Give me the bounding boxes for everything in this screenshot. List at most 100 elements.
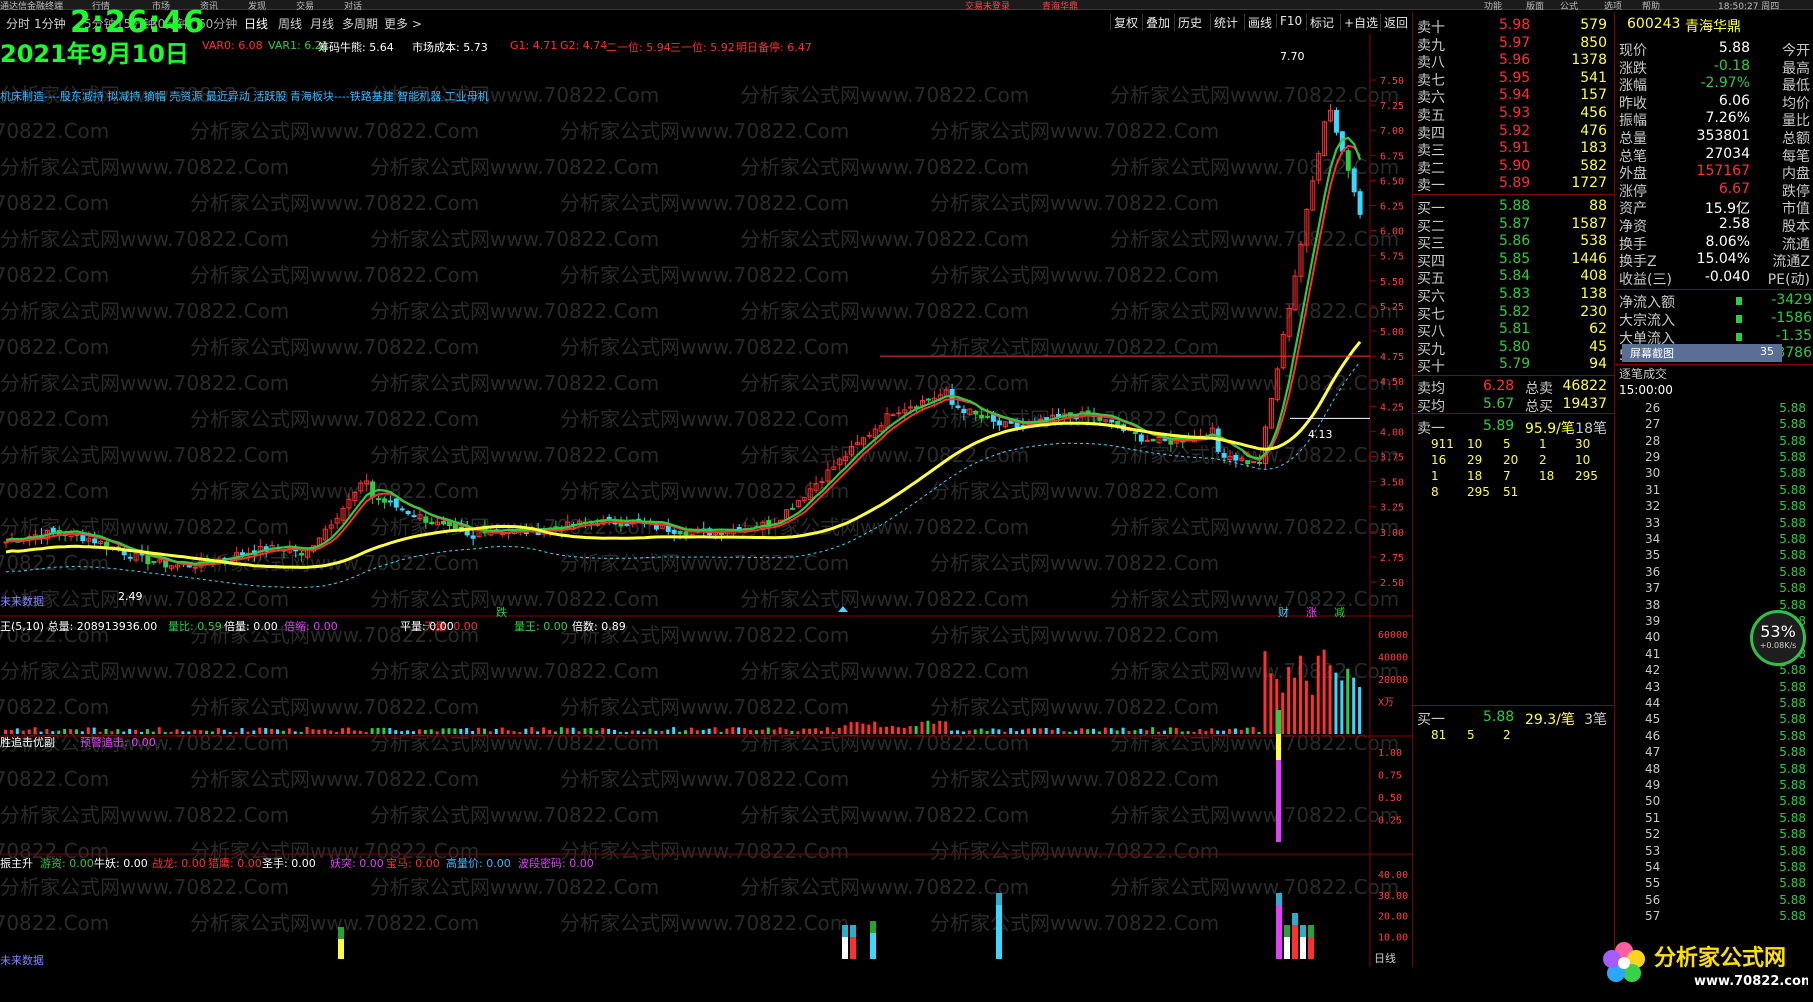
sub1-bar — [1276, 710, 1281, 734]
asks-row-9[interactable]: 卖一 5.89 1727 — [1413, 174, 1615, 194]
bids-row-1[interactable]: 买二 5.87 1587 — [1413, 215, 1615, 235]
menu-right-0[interactable]: 功能 — [1484, 0, 1502, 12]
watermark: 分析家公式网www.70822.Com — [0, 407, 109, 431]
volume-bar — [1346, 668, 1350, 734]
book-price: 5.93 — [1499, 105, 1531, 121]
candle-body — [151, 561, 157, 564]
toolbar-button-8[interactable]: 返回 — [1380, 14, 1408, 31]
asks-row-5[interactable]: 卖五 5.93 456 — [1413, 104, 1615, 124]
bids-row-8[interactable]: 买九 5.80 45 — [1413, 338, 1615, 358]
asks-row-6[interactable]: 卖四 5.92 476 — [1413, 122, 1615, 142]
volume-bar — [63, 728, 67, 734]
period-tab-8[interactable]: 月线 — [310, 15, 334, 32]
menu-right-1[interactable]: 版面 — [1526, 0, 1544, 12]
candle-body — [665, 525, 671, 532]
book-price: 5.98 — [1499, 17, 1531, 33]
period-tab-0[interactable]: 分时 — [6, 15, 30, 32]
toolbar-button-0[interactable]: 复权 — [1110, 14, 1138, 31]
watermark: 分析家公式网www.70822.Com — [930, 839, 1219, 863]
kline-chart[interactable]: 分析家公式网www.70822.Com 分析家公式网www.70822.Com 分析… — [0, 34, 1412, 967]
asks-row-7[interactable]: 卖三 5.91 183 — [1413, 139, 1615, 159]
volume-bar — [1310, 694, 1314, 734]
volume-bar — [648, 728, 652, 734]
book-volume: 45 — [1589, 338, 1607, 355]
volume-bar — [69, 729, 73, 734]
volume-bar — [1003, 731, 1007, 734]
volume-bar — [1293, 677, 1297, 734]
watermark: 分析家公式网www.70822.Com — [190, 479, 479, 503]
price-label: 5.25 — [1380, 302, 1404, 313]
volume-bar — [737, 727, 741, 734]
book-price: 5.84 — [1499, 268, 1531, 285]
volume-bar — [660, 730, 664, 734]
menu-right-2[interactable]: 公式 — [1560, 0, 1578, 12]
toolbar-button-5[interactable]: F10 — [1276, 14, 1302, 28]
info-value: 5.88 — [1718, 40, 1750, 56]
toolbar-button-6[interactable]: 标记 — [1306, 14, 1334, 31]
bids-row-6[interactable]: 买七 5.82 230 — [1413, 303, 1615, 323]
toolbar-button-7[interactable]: +自选 — [1340, 14, 1378, 31]
asks-row-2[interactable]: 卖八 5.96 1378 — [1413, 51, 1615, 71]
sub2-bar-top-8 — [1300, 925, 1306, 937]
bids-row-2[interactable]: 买三 5.86 538 — [1413, 232, 1615, 252]
bids-row-9[interactable]: 买十 5.79 94 — [1413, 355, 1615, 375]
book-price: 5.88 — [1499, 198, 1531, 214]
volume-bar — [630, 730, 634, 734]
volume-indicator-1: 量比: 0.59 — [168, 620, 222, 633]
bids-row-0[interactable]: 买一 5.88 88 — [1413, 197, 1615, 217]
asks-row-3[interactable]: 卖七 5.95 541 — [1413, 69, 1615, 89]
candle-body — [186, 565, 192, 568]
volume-bar — [459, 728, 463, 734]
volume-bar — [317, 729, 321, 734]
toolbar-button-1[interactable]: 叠加 — [1142, 14, 1170, 31]
bids-row-3[interactable]: 买四 5.85 1446 — [1413, 250, 1615, 270]
price-label: 2.50 — [1380, 578, 1404, 589]
toolbar-button-3[interactable]: 统计 — [1210, 14, 1238, 31]
candle-body — [1351, 168, 1357, 193]
asks-row-1[interactable]: 卖九 5.97 850 — [1413, 34, 1615, 54]
screenshot-button[interactable]: 屏幕截图 35 — [1622, 344, 1782, 362]
sub2-bar-top-1 — [842, 925, 848, 937]
bids-row-7[interactable]: 买八 5.81 62 — [1413, 320, 1615, 340]
volume-bar — [861, 723, 865, 734]
candle-body — [192, 566, 198, 569]
volume-bar — [1133, 730, 1137, 734]
menu-item-0[interactable]: 通达信金融终端 — [0, 0, 63, 12]
menu-item-6[interactable]: 对话 — [344, 0, 362, 12]
period-tab-10[interactable]: 更多 > — [384, 15, 422, 32]
top-clock: 18:50:27 周四 — [1718, 2, 1780, 12]
volume-bar — [1322, 649, 1326, 734]
candle-body — [1345, 150, 1351, 171]
bids-row-5[interactable]: 买六 5.83 138 — [1413, 285, 1615, 305]
period-tab-7[interactable]: 周线 — [278, 15, 302, 32]
menu-right-4[interactable]: 帮助 — [1642, 0, 1660, 12]
tick-price: 5.88 — [1779, 581, 1806, 596]
bids-row-4[interactable]: 买五 5.84 408 — [1413, 267, 1615, 287]
tick-index: 31 — [1645, 482, 1661, 497]
book-volume: 1727 — [1571, 175, 1607, 192]
candle-body — [1132, 431, 1138, 435]
watermark: 分析家公式网www.70822.Com — [0, 155, 289, 179]
candle-body — [819, 481, 825, 484]
asks-row-8[interactable]: 卖二 5.90 582 — [1413, 157, 1615, 177]
candle-body — [121, 550, 127, 556]
period-tab-6[interactable]: 日线 — [244, 15, 268, 32]
toolbar-button-2[interactable]: 历史 — [1174, 14, 1202, 31]
volume-bar — [388, 728, 392, 734]
asks-row-4[interactable]: 卖六 5.94 157 — [1413, 86, 1615, 106]
menu-item-5[interactable]: 交易 — [296, 0, 314, 12]
main-indicator-5: G2: 4.74 — [560, 39, 608, 52]
volume-bar — [1015, 731, 1019, 734]
period-tab-9[interactable]: 多周期 — [342, 15, 378, 32]
toolbar-button-4[interactable]: 画线 — [1244, 14, 1272, 31]
watermark: 分析家公式网www.70822.Com — [0, 371, 289, 395]
candle-body — [429, 521, 435, 525]
marker-zhang: 涨 — [1306, 606, 1317, 619]
tick-index: 36 — [1645, 564, 1661, 579]
menu-right-3[interactable]: 选项 — [1604, 0, 1622, 12]
period-tab-1[interactable]: 1分钟 — [34, 15, 66, 32]
tick-price: 5.88 — [1779, 860, 1806, 874]
volume-bar — [772, 729, 776, 734]
asks-row-0[interactable]: 卖十 5.98 579 — [1413, 16, 1615, 36]
menu-item-4[interactable]: 发现 — [248, 0, 266, 12]
